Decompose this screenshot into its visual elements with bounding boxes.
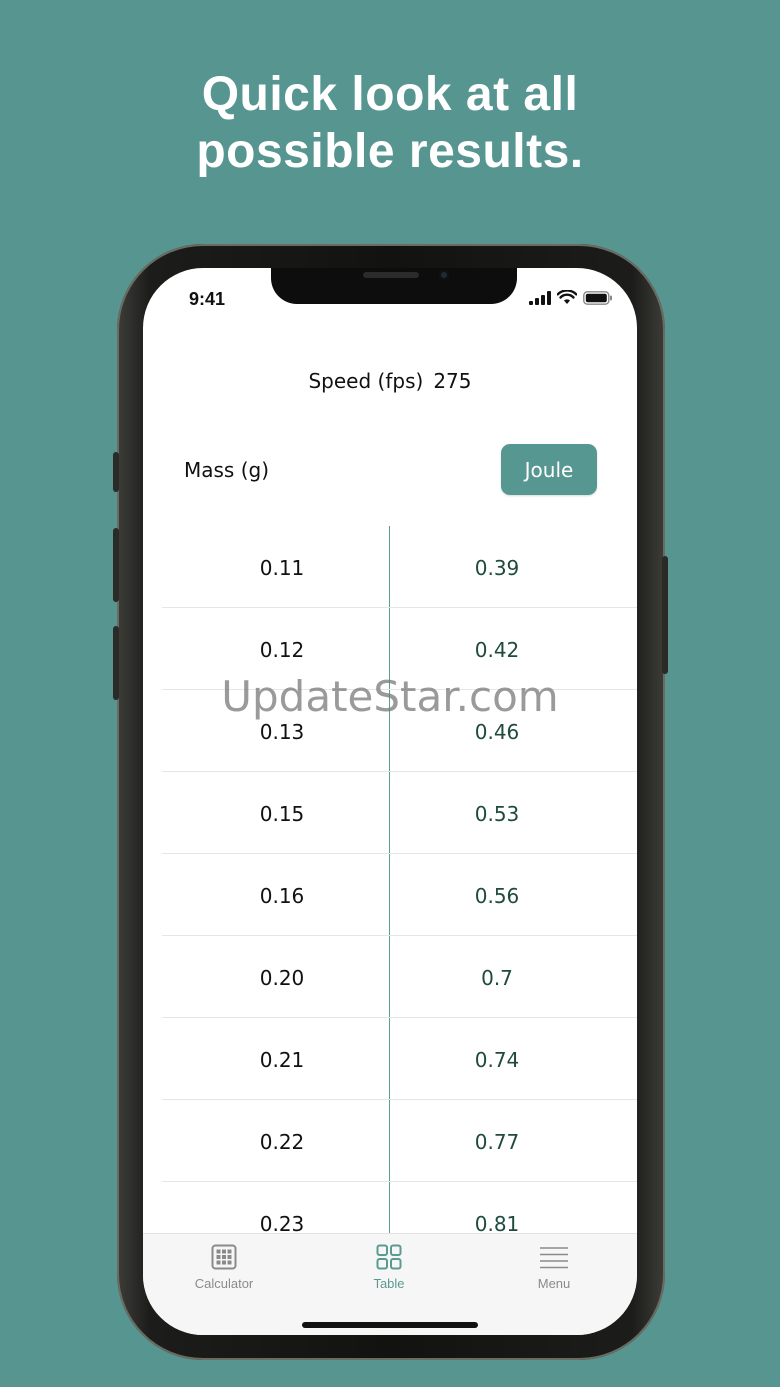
speaker-grille: [363, 272, 419, 278]
mass-value: 0.11: [259, 556, 305, 580]
joule-value: 0.53: [474, 802, 520, 826]
battery-icon: [583, 290, 612, 305]
menu-icon: [540, 1247, 568, 1269]
joule-value: 0.74: [474, 1048, 520, 1072]
joule-unit-button[interactable]: Joule: [501, 444, 597, 495]
tab-calculator-label: Calculator: [194, 1276, 254, 1291]
mass-value: 0.12: [259, 638, 305, 662]
mass-value: 0.16: [259, 884, 305, 908]
tab-bar: Calculator Table Menu: [143, 1233, 637, 1335]
calculator-icon: [211, 1244, 237, 1270]
tab-table[interactable]: Table: [329, 1244, 449, 1291]
front-camera: [439, 270, 449, 280]
notch: [271, 268, 517, 304]
home-indicator[interactable]: [302, 1322, 478, 1328]
headline: Quick look at all possible results.: [0, 66, 780, 180]
joule-value: 0.42: [474, 638, 520, 662]
headline-line-1: Quick look at all: [201, 68, 579, 121]
table-row: 0.21 0.74: [162, 1018, 637, 1100]
tab-menu-label: Menu: [537, 1276, 571, 1291]
mass-value: 0.23: [259, 1212, 305, 1233]
mass-value: 0.15: [259, 802, 305, 826]
joule-value: 0.81: [474, 1212, 520, 1233]
joule-value: 0.7: [481, 966, 513, 990]
tab-calculator[interactable]: Calculator: [164, 1244, 284, 1291]
speed-label: Speed (fps): [308, 369, 424, 393]
status-time: 9:41: [189, 289, 226, 309]
volume-down-button: [113, 626, 119, 700]
table-row: 0.13 0.46: [162, 690, 637, 772]
tab-table-label: Table: [373, 1276, 405, 1291]
tab-menu[interactable]: Menu: [494, 1244, 614, 1291]
volume-up-button: [113, 528, 119, 602]
status-icons: [529, 290, 613, 305]
wifi-icon: [557, 290, 577, 304]
speed-display: Speed (fps) 275: [143, 369, 637, 393]
power-button: [662, 556, 668, 674]
table-row: 0.16 0.56: [162, 854, 637, 936]
mass-value: 0.22: [259, 1130, 305, 1154]
headline-line-2: possible results.: [196, 125, 584, 178]
joule-value: 0.39: [474, 556, 520, 580]
table-icon: [376, 1244, 402, 1270]
joule-value: 0.77: [474, 1130, 520, 1154]
mass-value: 0.13: [259, 720, 305, 744]
joule-value: 0.56: [474, 884, 520, 908]
table-row: 0.12 0.42: [162, 608, 637, 690]
phone-screen: 9:41 Speed (fps) 275 Mass (g) Joule 0.11 0…: [143, 268, 637, 1335]
signal-icon: [529, 290, 551, 305]
table-row: 0.15 0.53: [162, 772, 637, 854]
mass-value: 0.21: [259, 1048, 305, 1072]
silent-switch: [113, 452, 119, 492]
joule-value: 0.46: [474, 720, 520, 744]
speed-value: 275: [433, 369, 472, 393]
mass-value: 0.20: [259, 966, 305, 990]
results-table[interactable]: 0.11 0.39 0.12 0.42 0.13 0.46 0.15 0.53 0.16 0.56…: [162, 526, 637, 1233]
table-row: 0.11 0.39: [162, 526, 637, 608]
table-row: 0.23 0.81: [162, 1182, 637, 1233]
table-row: 0.20 0.7: [162, 936, 637, 1018]
table-row: 0.22 0.77: [162, 1100, 637, 1182]
mass-column-header: Mass (g): [184, 458, 270, 482]
